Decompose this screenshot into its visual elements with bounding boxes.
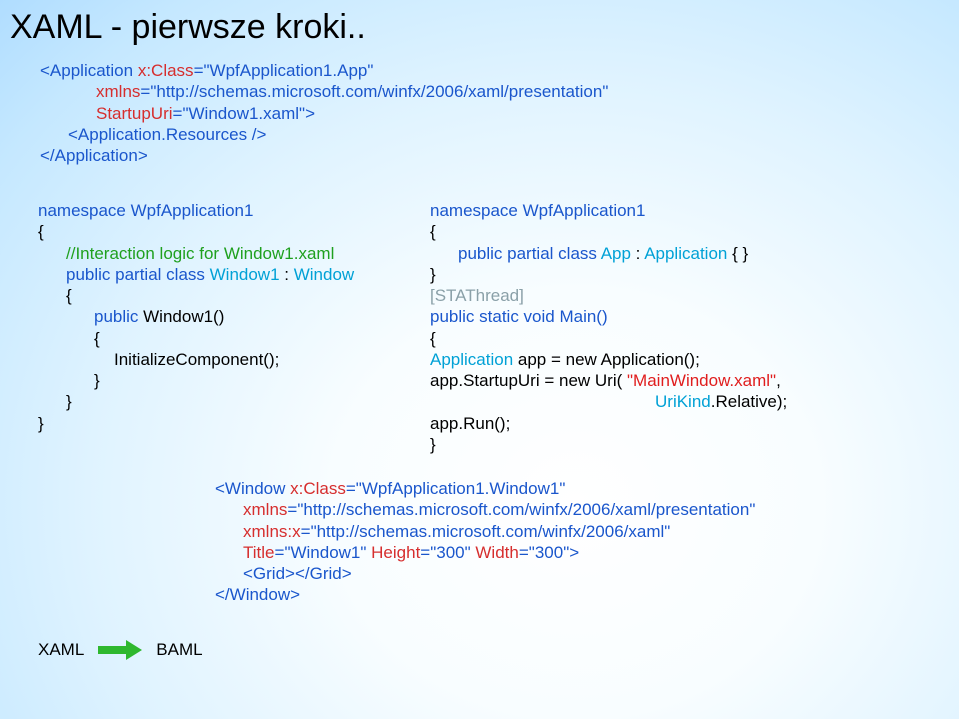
t: xmlns:x — [243, 522, 301, 541]
t: : — [636, 244, 645, 263]
code-line: InitializeComponent(); — [38, 349, 354, 370]
code-line: } — [38, 391, 354, 412]
code-line: public partial class Window1 : Window — [38, 264, 354, 285]
t: = — [140, 82, 150, 101]
t: "http://schemas.microsoft.com/winfx/2006… — [297, 500, 755, 519]
t: public partial class — [66, 265, 210, 284]
t: = — [519, 543, 529, 562]
code-line: UriKind.Relative); — [430, 391, 787, 412]
arrow-icon — [98, 643, 142, 657]
code-line: //Interaction logic for Window1.xaml — [38, 243, 354, 264]
xaml-window-block: <Window x:Class="WpfApplication1.Window1… — [215, 478, 755, 606]
t: Window — [294, 265, 354, 284]
code-line: <Window x:Class="WpfApplication1.Window1… — [215, 478, 755, 499]
code-line: { — [38, 221, 354, 242]
t: Height — [371, 543, 420, 562]
t: public partial class — [458, 244, 601, 263]
code-line: xmlns="http://schemas.microsoft.com/winf… — [215, 499, 755, 520]
code-line: StartupUri="Window1.xaml"> — [40, 103, 608, 124]
t: "MainWindow.xaml" — [627, 371, 776, 390]
t: "WpfApplication1.App" — [204, 61, 374, 80]
t: app = new — [518, 350, 601, 369]
t: Application — [644, 244, 732, 263]
code-line: [STAThread] — [430, 285, 787, 306]
code-line: </Window> — [215, 584, 755, 605]
t: = — [194, 61, 204, 80]
t: UriKind — [655, 392, 711, 411]
slide-title: XAML - pierwsze kroki.. — [10, 8, 366, 47]
t: xmlns — [243, 500, 287, 519]
t: public — [94, 307, 143, 326]
t: "http://schemas.microsoft.com/winfx/2006… — [311, 522, 671, 541]
code-line: xmlns="http://schemas.microsoft.com/winf… — [40, 81, 608, 102]
code-line: </Application> — [40, 145, 608, 166]
xaml-application-block: <Application x:Class="WpfApplication1.Ap… — [40, 60, 608, 166]
t: Window1.xaml — [224, 244, 335, 263]
t: Title — [243, 543, 275, 562]
t: "300" — [430, 543, 475, 562]
t: Application(); — [601, 350, 700, 369]
t: <Application — [40, 61, 138, 80]
code-line: { — [38, 285, 354, 306]
t: , — [776, 371, 781, 390]
baml-label: BAML — [156, 640, 202, 660]
t: </Application> — [40, 146, 148, 165]
t: app.StartupUri = new — [430, 371, 595, 390]
t: xmlns — [96, 82, 140, 101]
code-line: public Window1() — [38, 306, 354, 327]
xaml-label: XAML — [38, 640, 84, 660]
code-line: public partial class App : Application {… — [430, 243, 787, 264]
t: <Application.Resources — [68, 125, 252, 144]
code-line: app.Run(); — [430, 413, 787, 434]
code-line: } — [38, 370, 354, 391]
code-line: namespace WpfApplication1 — [38, 200, 354, 221]
t: "300" — [529, 543, 569, 562]
code-line: } — [430, 434, 787, 455]
t: = — [275, 543, 285, 562]
t: "Window1" — [284, 543, 371, 562]
t: = — [301, 522, 311, 541]
code-window1-cs: namespace WpfApplication1 { //Interactio… — [38, 200, 354, 434]
t: Application — [430, 350, 518, 369]
t: StartupUri — [96, 104, 173, 123]
t: Uri( — [595, 371, 627, 390]
code-app-cs: namespace WpfApplication1 { public parti… — [430, 200, 787, 455]
code-line: { — [430, 328, 787, 349]
t: /> — [252, 125, 267, 144]
code-line: app.StartupUri = new Uri( "MainWindow.xa… — [430, 370, 787, 391]
code-line: <Application.Resources /> — [40, 124, 608, 145]
t: = — [173, 104, 183, 123]
code-line: } — [430, 264, 787, 285]
t: { } — [732, 244, 748, 263]
t: = — [420, 543, 430, 562]
t: Window1() — [143, 307, 224, 326]
t: = — [346, 479, 356, 498]
code-line: Title="Window1" Height="300" Width="300"… — [215, 542, 755, 563]
t: > — [569, 543, 579, 562]
t: Width — [475, 543, 518, 562]
code-line: xmlns:x="http://schemas.microsoft.com/wi… — [215, 521, 755, 542]
code-line: { — [430, 221, 787, 242]
code-line: public static void Main() — [430, 306, 787, 327]
t: x:Class — [138, 61, 194, 80]
code-line: Application app = new Application(); — [430, 349, 787, 370]
code-line: <Grid></Grid> — [215, 563, 755, 584]
t: "WpfApplication1.Window1" — [356, 479, 566, 498]
code-line: <Application x:Class="WpfApplication1.Ap… — [40, 60, 608, 81]
footer-flow: XAML BAML — [38, 640, 203, 660]
code-line: } — [38, 413, 354, 434]
t: .Relative); — [711, 392, 788, 411]
t: x:Class — [290, 479, 346, 498]
t: <Window — [215, 479, 290, 498]
t: //Interaction logic for — [66, 244, 224, 263]
t: = — [287, 500, 297, 519]
code-line: namespace WpfApplication1 — [430, 200, 787, 221]
t: "Window1.xaml" — [182, 104, 305, 123]
t: App — [601, 244, 636, 263]
t: > — [305, 104, 315, 123]
t: Window1 — [210, 265, 285, 284]
t: "http://schemas.microsoft.com/winfx/2006… — [150, 82, 608, 101]
code-line: { — [38, 328, 354, 349]
t: : — [284, 265, 293, 284]
